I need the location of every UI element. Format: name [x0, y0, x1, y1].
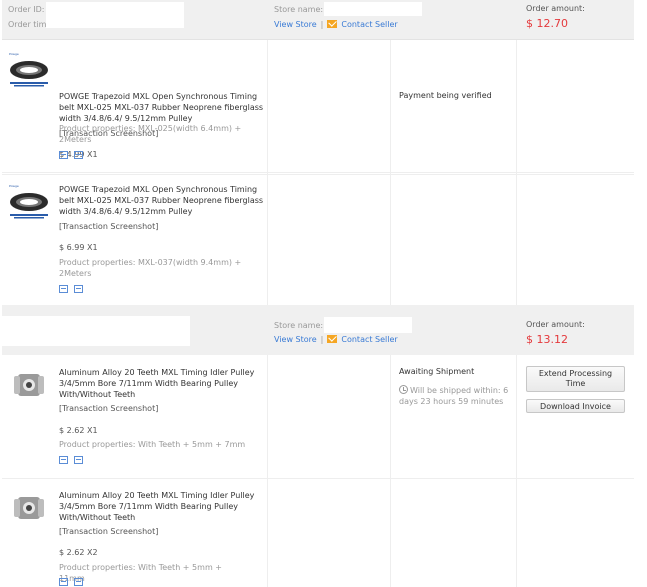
product-properties: Product properties: With Teeth + 5mm + 7… [59, 440, 246, 449]
item-price: $ 2.62 X2 [59, 548, 98, 557]
snapshot-icon[interactable] [59, 151, 68, 159]
column-divider [267, 355, 268, 587]
detail-icon[interactable] [74, 151, 83, 159]
transaction-screenshot-link[interactable]: [Transaction Screenshot] [59, 222, 158, 231]
mail-icon[interactable] [327, 335, 338, 343]
shipping-countdown: Will be shipped within: 6 days 23 hours … [399, 385, 514, 407]
snapshot-icon[interactable] [59, 578, 68, 586]
order-status: Awaiting Shipment [399, 367, 475, 376]
detail-icon[interactable] [74, 578, 83, 586]
product-title[interactable]: Aluminum Alloy 20 Teeth MXL Timing Idler… [59, 490, 264, 523]
store-name-label: Store name: [274, 321, 324, 330]
row-divider [2, 478, 634, 479]
product-image[interactable] [6, 487, 52, 529]
item-action-icons [59, 456, 89, 466]
column-divider [390, 40, 391, 305]
item-action-icons [59, 285, 89, 295]
store-links: View Store | Contact Seller [274, 335, 398, 344]
svg-text:Powge: Powge [9, 184, 19, 188]
detail-icon[interactable] [74, 456, 83, 464]
item-action-icons [59, 578, 89, 587]
item-action-icons [59, 151, 89, 161]
column-divider [516, 40, 517, 305]
product-title[interactable]: Aluminum Alloy 20 Teeth MXL Timing Idler… [59, 367, 264, 400]
snapshot-icon[interactable] [59, 285, 68, 293]
column-divider [390, 355, 391, 587]
product-title[interactable]: POWGE Trapezoid MXL Open Synchronous Tim… [59, 184, 264, 217]
item-price: $ 6.99 X1 [59, 243, 98, 252]
product-properties: Product properties: MXL-025(width 6.4mm)… [59, 124, 242, 144]
row-divider [2, 174, 634, 175]
item-price: $ 2.62 X1 [59, 426, 98, 435]
column-divider [267, 40, 268, 305]
link-separator: | [320, 335, 324, 344]
redacted-block [324, 317, 412, 333]
order-header: Store name: View Store | Contact Seller Or… [2, 305, 634, 355]
transaction-screenshot-link[interactable]: [Transaction Screenshot] [59, 404, 158, 413]
redacted-block [2, 316, 190, 346]
order-details: Product properties: MXL-025(width 6.4mm)… [2, 0, 634, 587]
order-amount: $ 13.12 [526, 333, 568, 346]
transaction-screenshot-link[interactable]: [Transaction Screenshot] [59, 527, 158, 536]
detail-icon[interactable] [74, 285, 83, 293]
clock-icon [399, 385, 408, 394]
extend-processing-time-button[interactable]: Extend Processing Time [526, 366, 625, 392]
product-properties: Product properties: MXL-037(width 9.4mm)… [59, 258, 242, 278]
snapshot-icon[interactable] [59, 456, 68, 464]
view-store-link[interactable]: View Store [274, 335, 317, 344]
product-image[interactable] [6, 364, 52, 406]
order-amount-label: Order amount: [526, 320, 585, 329]
download-invoice-button[interactable]: Download Invoice [526, 399, 625, 413]
product-image[interactable]: Powge [6, 182, 52, 224]
contact-seller-link[interactable]: Contact Seller [341, 335, 397, 344]
shipping-note: Will be shipped within: 6 days 23 hours … [399, 386, 509, 406]
column-divider [516, 355, 517, 587]
